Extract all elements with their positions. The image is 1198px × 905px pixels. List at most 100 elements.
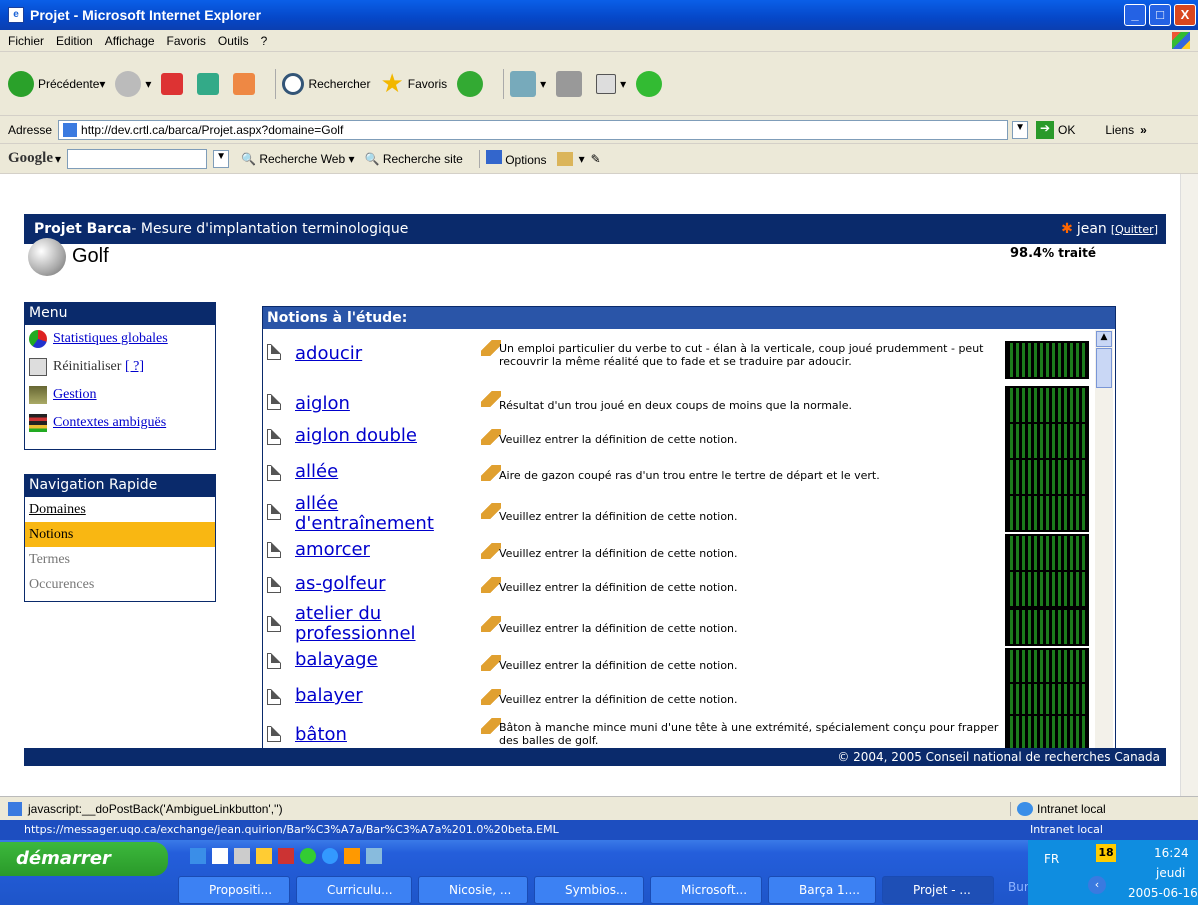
menu-affichage[interactable]: Affichage — [105, 34, 155, 48]
google-dropdown-icon[interactable]: ▼ — [213, 149, 230, 168]
pencil-icon[interactable] — [481, 503, 501, 519]
options-button[interactable]: Options — [485, 150, 547, 167]
folder-up-icon[interactable] — [556, 151, 573, 166]
pencil-icon[interactable] — [481, 718, 501, 734]
menu-item-label[interactable]: Gestion — [53, 387, 97, 403]
refresh-quicklaunch-icon[interactable] — [322, 848, 338, 864]
address-dropdown-icon[interactable]: ▼ — [1012, 120, 1029, 139]
notion-link[interactable]: as-golfeur — [295, 574, 386, 594]
menu-item-label[interactable]: Statistiques globales — [53, 331, 168, 347]
menu-help[interactable]: ? — [261, 34, 268, 48]
pencil-icon[interactable] — [481, 543, 501, 559]
google-logo[interactable]: Google — [8, 150, 53, 167]
favorites-button[interactable]: ★ Favoris — [380, 68, 447, 99]
menu-item-contextes[interactable]: Contextes ambiguës — [25, 409, 215, 437]
messenger-button[interactable] — [636, 70, 666, 97]
page-scrollbar[interactable] — [1180, 174, 1198, 796]
mail-button[interactable]: ▾ — [510, 70, 546, 97]
taskbar-button[interactable]: Nicosie, ... — [418, 876, 528, 904]
pencil-icon[interactable] — [481, 616, 501, 632]
search-button[interactable]: Rechercher — [282, 72, 370, 95]
go-button[interactable]: OK — [1058, 123, 1075, 137]
notion-link[interactable]: amorcer — [295, 540, 370, 560]
notion-link[interactable]: bâton — [295, 725, 347, 745]
print-button[interactable] — [556, 70, 586, 97]
maximize-button[interactable]: □ — [1149, 4, 1171, 26]
menu-item-statistiques[interactable]: Statistiques globales — [25, 325, 215, 353]
menu-outils[interactable]: Outils — [218, 34, 249, 48]
notion-link[interactable]: aiglon double — [295, 426, 417, 446]
edit-button[interactable]: ▾ — [596, 73, 626, 94]
word-quicklaunch-icon[interactable] — [212, 848, 228, 864]
menu-item-reinitialiser[interactable]: Réinitialiser [ ?] — [25, 353, 215, 381]
chevron-right-icon[interactable]: » — [1140, 123, 1147, 137]
web-search-button[interactable]: 🔍 Recherche Web ▾ — [241, 152, 354, 166]
media-quicklaunch-icon[interactable] — [344, 848, 360, 864]
notion-link[interactable]: adoucir — [295, 344, 362, 364]
pencil-icon[interactable]: ✎ — [591, 152, 601, 166]
home-button[interactable] — [233, 72, 259, 95]
desktop-quicklaunch-icon[interactable] — [366, 848, 382, 864]
forward-button[interactable]: ▾ — [115, 70, 151, 97]
options-icon — [485, 150, 502, 164]
browser-toolbar: Précédente ▾ ▾ Rechercher ★ Favoris ▾ ▾ — [0, 52, 1198, 116]
pencil-icon[interactable] — [481, 340, 501, 356]
notion-link[interactable]: balayage — [295, 650, 378, 670]
ie-quicklaunch-icon[interactable] — [190, 848, 206, 864]
close-button[interactable]: X — [1174, 4, 1196, 26]
google-search-input[interactable] — [67, 148, 208, 169]
taskbar-button[interactable]: Propositi... — [178, 876, 290, 904]
taskbar-button[interactable]: Curriculu... — [296, 876, 412, 904]
menu-fichier[interactable]: Fichier — [8, 34, 44, 48]
pencil-icon[interactable] — [481, 577, 501, 593]
taskbar-button[interactable]: Barça 1.... — [768, 876, 876, 904]
mail-quicklaunch-icon[interactable] — [278, 848, 294, 864]
taskbar-button[interactable]: Microsoft... — [650, 876, 762, 904]
messenger-quicklaunch-icon[interactable] — [300, 848, 316, 864]
scroll-thumb[interactable] — [1096, 348, 1112, 388]
minimize-button[interactable]: _ — [1124, 4, 1146, 26]
notion-link[interactable]: atelier du professionnel — [295, 604, 455, 644]
pencil-icon[interactable] — [481, 391, 501, 407]
notion-link[interactable]: balayer — [295, 686, 363, 706]
address-input[interactable]: http://dev.crtl.ca/barca/Projet.aspx?dom… — [58, 119, 1009, 140]
help-link[interactable]: [ ?] — [125, 359, 144, 375]
stop-button[interactable] — [161, 72, 187, 95]
menu-item-label[interactable]: Contextes ambiguës — [53, 415, 166, 431]
quit-link[interactable]: [Quitter] — [1111, 223, 1158, 236]
chevron-left-icon[interactable]: ‹ — [1088, 876, 1106, 894]
taskbar-button-active[interactable]: Projet - ... — [882, 876, 994, 904]
notions-scrollbar[interactable]: ▲ — [1095, 330, 1113, 750]
notion-link[interactable]: aiglon — [295, 394, 350, 414]
go-arrow-icon[interactable]: ➔ — [1036, 120, 1055, 139]
chevron-down-icon[interactable]: ▾ — [55, 152, 61, 166]
site-search-button[interactable]: 🔍 Recherche site — [365, 152, 463, 166]
scroll-up-arrow[interactable]: ▲ — [1096, 331, 1112, 347]
chevron-down-icon[interactable]: ▾ — [579, 152, 585, 166]
start-button[interactable]: démarrer — [0, 842, 168, 876]
links-button[interactable]: Liens — [1105, 123, 1134, 137]
pencil-icon[interactable] — [481, 429, 501, 445]
history-button[interactable] — [457, 70, 487, 97]
menu-favoris[interactable]: Favoris — [167, 34, 206, 48]
folder-quicklaunch-icon[interactable] — [256, 848, 272, 864]
calendar-icon[interactable]: 18 — [1096, 844, 1116, 862]
nav-item-notions[interactable]: Notions — [25, 522, 215, 547]
pencil-icon[interactable] — [481, 655, 501, 671]
notions-title: Notions à l'étude: — [263, 307, 1115, 329]
menu-item-gestion[interactable]: Gestion — [25, 381, 215, 409]
pencil-icon[interactable] — [481, 465, 501, 481]
refresh-button[interactable] — [197, 72, 223, 95]
nav-item-domaines[interactable]: Domaines — [25, 497, 215, 522]
taskbar-button[interactable]: Symbios... — [534, 876, 644, 904]
notepad-quicklaunch-icon[interactable] — [234, 848, 250, 864]
menu-edition[interactable]: Edition — [56, 34, 93, 48]
language-indicator[interactable]: FR — [1044, 852, 1059, 866]
nav-item-occurences[interactable]: Occurences — [25, 572, 215, 597]
notion-link[interactable]: allée — [295, 462, 338, 482]
menu-item-label[interactable]: Réinitialiser — [53, 359, 121, 375]
nav-item-termes[interactable]: Termes — [25, 547, 215, 572]
back-button[interactable]: Précédente ▾ — [8, 70, 105, 97]
pencil-icon[interactable] — [481, 689, 501, 705]
notion-link[interactable]: allée d'entraînement — [295, 494, 455, 534]
